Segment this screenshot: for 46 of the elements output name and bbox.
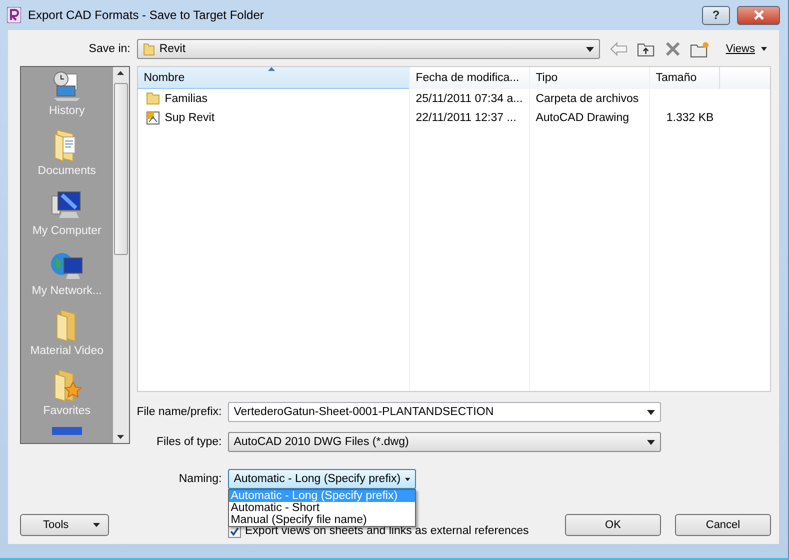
caret-icon: [586, 46, 594, 52]
caret-icon: [646, 440, 655, 444]
file-type: AutoCAD Drawing: [536, 112, 630, 124]
close-icon: [752, 10, 764, 20]
new-folder-icon[interactable]: [690, 40, 710, 58]
views-button[interactable]: Views: [720, 43, 771, 55]
window-title: Export CAD Formats - Save to Target Folder: [28, 8, 265, 22]
up-folder-icon[interactable]: [637, 41, 655, 57]
file-type-dropdown[interactable]: AutoCAD 2010 DWG Files (*.dwg): [228, 432, 661, 452]
help-button[interactable]: ?: [702, 6, 730, 24]
file-name-field[interactable]: VertederoGatun-Sheet-0001-PLANTANDSECTION: [228, 402, 661, 422]
sort-arrow-icon: [268, 67, 275, 71]
delete-icon[interactable]: [664, 41, 680, 57]
file-name-label: File name/prefix:: [136, 406, 222, 418]
file-date: 22/11/2011 12:37 ...: [416, 112, 516, 124]
caret-icon: [646, 410, 655, 414]
file-date: 25/11/2011 07:34 a...: [416, 92, 523, 104]
file-size: 1.332 KB: [666, 112, 714, 124]
clock-computer-icon: [50, 70, 83, 102]
back-arrow-icon[interactable]: [610, 42, 628, 56]
file-name[interactable]: Sup Revit: [164, 112, 215, 124]
file-name[interactable]: Familias: [164, 92, 208, 104]
globe-computer-icon: [50, 250, 84, 282]
naming-dropdown[interactable]: Automatic - Long (Specify prefix): [228, 469, 416, 489]
naming-label: Naming:: [178, 473, 222, 485]
column-header[interactable]: Nombre: [138, 67, 410, 89]
folder-icon: [143, 42, 156, 56]
caret-icon: [93, 523, 100, 527]
scrollbar[interactable]: [112, 67, 129, 443]
caret-icon: [761, 47, 767, 51]
dropdown-option[interactable]: Manual (Specify file name): [228, 514, 415, 526]
scroll-up-icon[interactable]: [117, 71, 124, 75]
file-type-label: Files of type:: [156, 436, 222, 448]
cancel-button[interactable]: Cancel: [675, 514, 771, 536]
scroll-down-icon[interactable]: [117, 435, 124, 439]
ok-button[interactable]: OK: [565, 514, 661, 536]
drawing-file-icon: [146, 110, 160, 124]
save-in-dropdown[interactable]: Revit: [137, 39, 600, 59]
app-logo-icon: [7, 7, 21, 23]
file-type: Carpeta de archivos: [536, 92, 639, 104]
tools-button[interactable]: Tools: [20, 514, 109, 536]
caret-icon: [404, 476, 410, 482]
save-in-label: Save in:: [88, 43, 130, 55]
folder-icon: [146, 92, 160, 105]
close-button[interactable]: [737, 6, 780, 24]
dropdown-option[interactable]: Automatic - Short: [228, 502, 415, 514]
